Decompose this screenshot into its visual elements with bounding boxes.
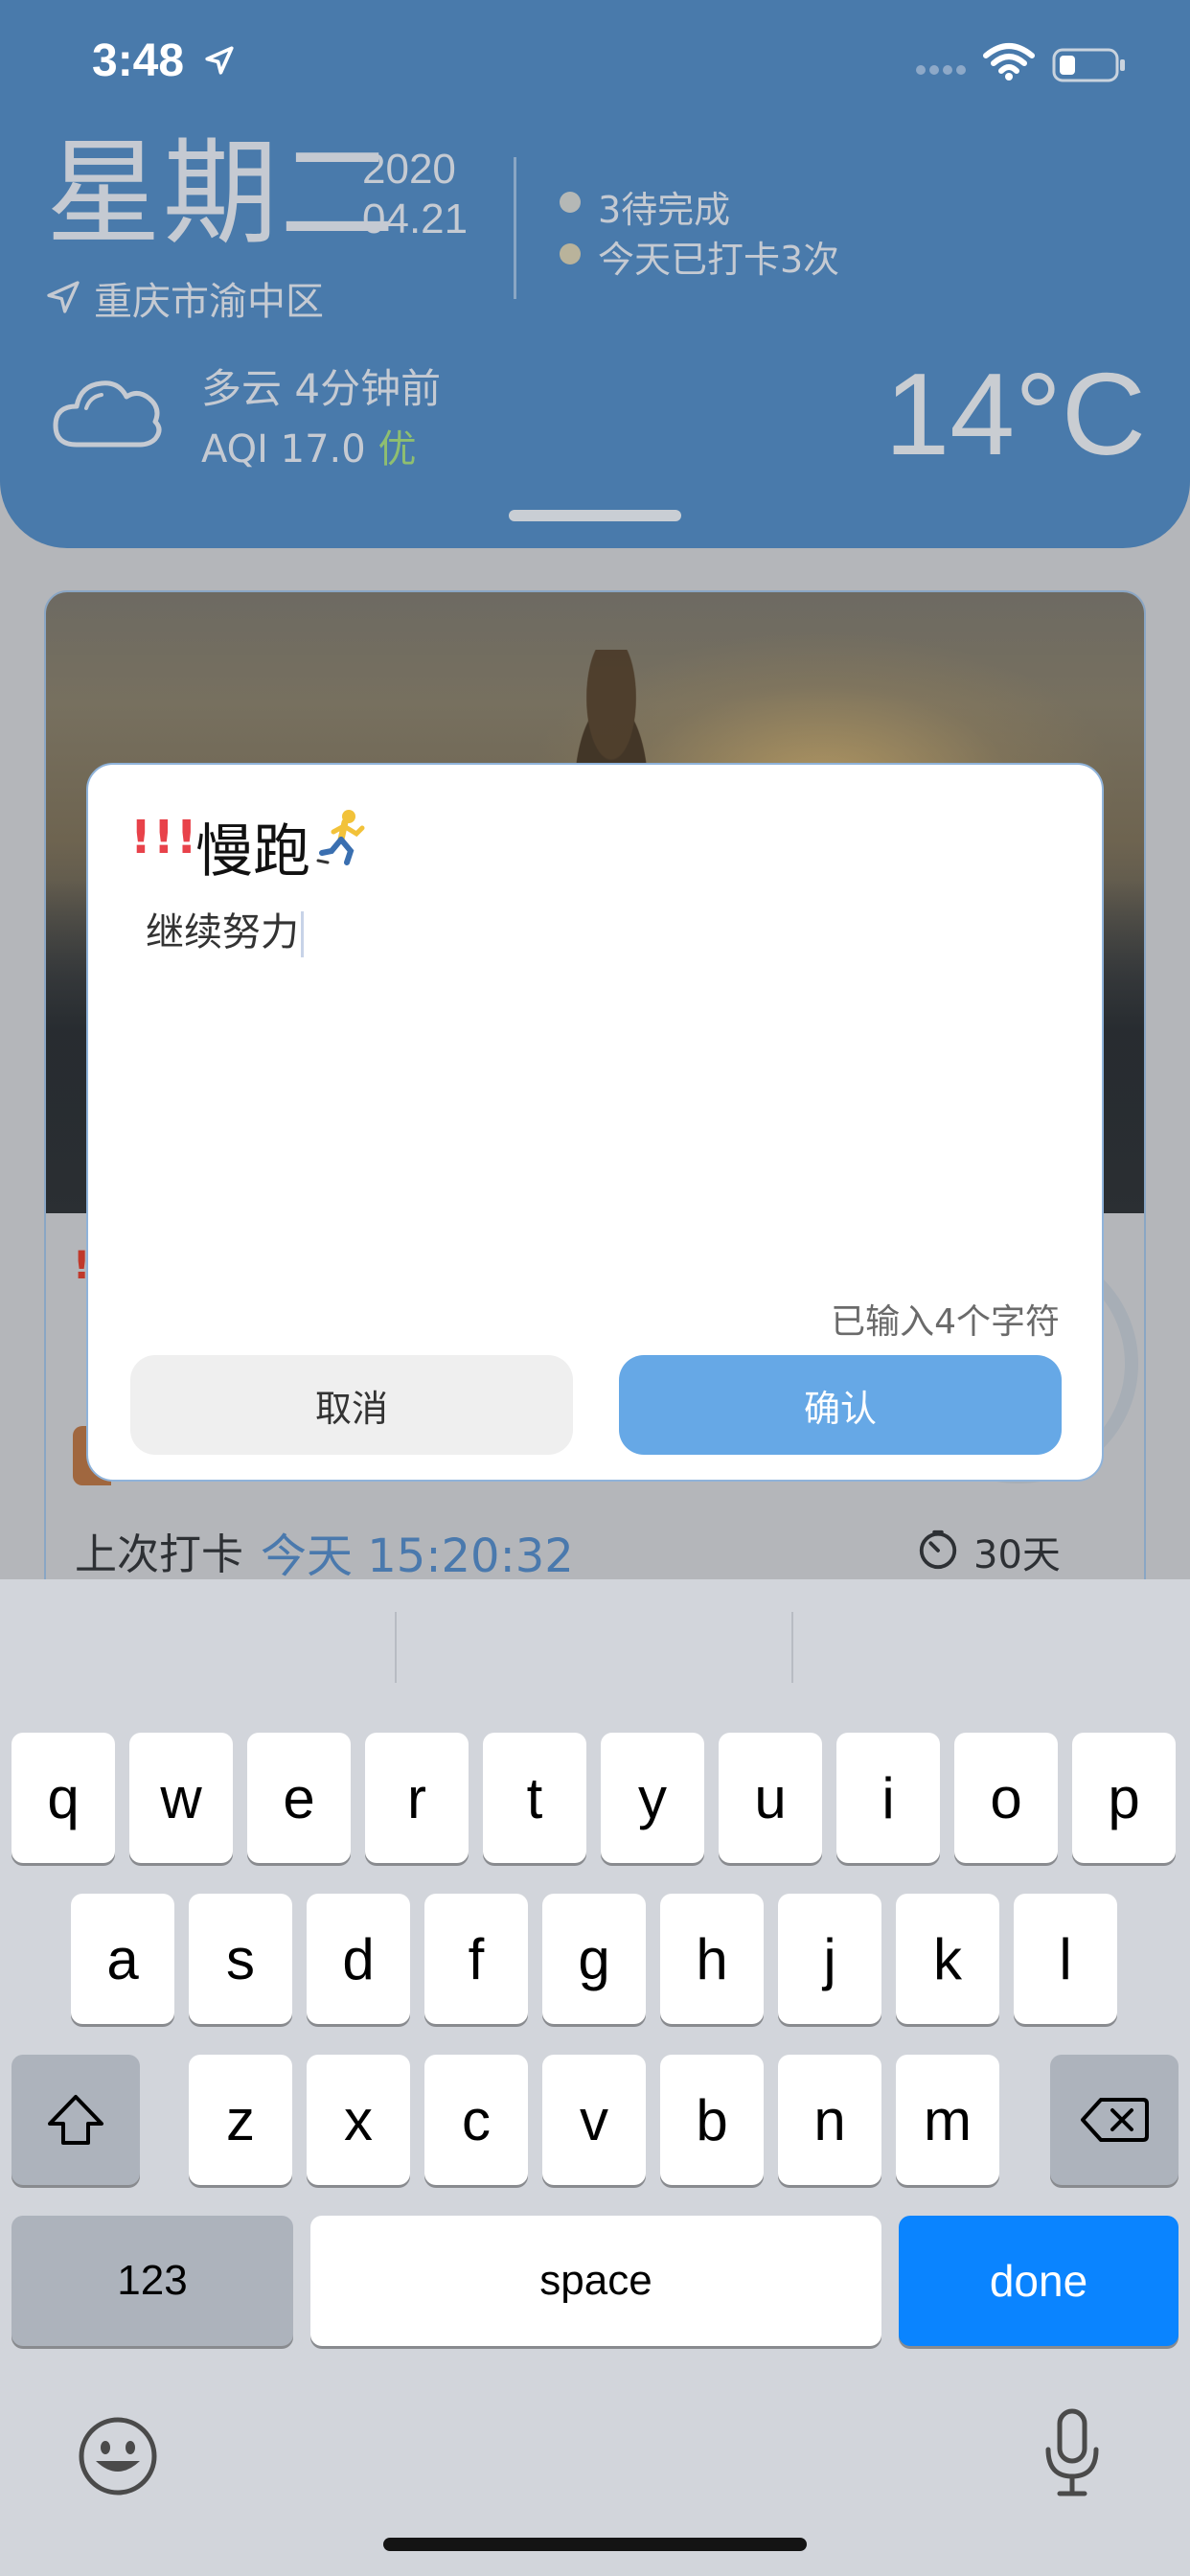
text-caret — [301, 911, 304, 957]
temperature: 14°C — [884, 349, 1146, 479]
checkin-note-dialog: !!! 慢跑 继续努力 已输入4个字符 取消 确认 — [86, 763, 1104, 1482]
aqi-value: AQI 17.0 — [201, 427, 378, 472]
suggestion-separator — [791, 1612, 793, 1683]
key-u[interactable]: u — [719, 1733, 822, 1863]
key-h[interactable]: h — [660, 1894, 764, 2024]
weather-description: 多云 4分钟前 — [201, 365, 442, 412]
aqi-quality: 优 — [378, 427, 417, 472]
location-arrow-icon — [47, 281, 80, 313]
key-a[interactable]: a — [71, 1894, 174, 2024]
priority-mark: !!! — [130, 811, 199, 864]
delete-key[interactable] — [1050, 2055, 1179, 2185]
cellular-signal-icon — [916, 65, 966, 75]
timer-icon — [919, 1530, 957, 1570]
key-w[interactable]: w — [129, 1733, 233, 1863]
emoji-keyboard-icon[interactable] — [77, 2415, 159, 2497]
checked-today: 今天已打卡3次 — [598, 239, 840, 281]
key-y[interactable]: y — [601, 1733, 704, 1863]
date: 04.21 — [362, 196, 469, 242]
numbers-key[interactable]: 123 — [11, 2216, 293, 2346]
battery-icon — [1052, 48, 1125, 82]
year: 2020 — [362, 146, 456, 193]
header-panel: 3:48 星期二 2020 04.21 3待完成 今天已打卡3次 重庆市渝中区 … — [0, 0, 1190, 548]
key-v[interactable]: v — [542, 2055, 646, 2185]
cloudy-weather-icon — [53, 380, 162, 448]
key-q[interactable]: q — [11, 1733, 115, 1863]
home-indicator[interactable] — [383, 2538, 807, 2551]
key-p[interactable]: p — [1072, 1733, 1176, 1863]
key-z[interactable]: z — [189, 2055, 292, 2185]
cancel-button[interactable]: 取消 — [130, 1355, 573, 1455]
key-c[interactable]: c — [424, 2055, 528, 2185]
wifi-icon — [983, 43, 1035, 80]
microphone-icon[interactable] — [1042, 2407, 1102, 2499]
note-input[interactable]: 继续努力 — [146, 901, 304, 957]
location-services-icon — [205, 46, 234, 75]
header-divider — [514, 157, 516, 299]
pending-dot — [560, 192, 581, 213]
key-f[interactable]: f — [424, 1894, 528, 2024]
last-checkin-label: 上次打卡 — [75, 1530, 243, 1579]
key-t[interactable]: t — [483, 1733, 586, 1863]
confirm-button[interactable]: 确认 — [619, 1355, 1062, 1455]
suggestion-separator — [395, 1612, 397, 1683]
key-g[interactable]: g — [542, 1894, 646, 2024]
keyboard: q w e r t y u i o p a s d f g h j k l z … — [0, 1579, 1190, 2576]
last-checkin-value: 今天 15:20:32 — [261, 1530, 574, 1583]
key-l[interactable]: l — [1014, 1894, 1117, 2024]
key-o[interactable]: o — [954, 1733, 1058, 1863]
key-j[interactable]: j — [778, 1894, 881, 2024]
char-count: 已输入4个字符 — [831, 1302, 1060, 1342]
note-input-text: 继续努力 — [146, 910, 299, 954]
backspace-icon — [1081, 2098, 1149, 2142]
key-e[interactable]: e — [247, 1733, 351, 1863]
drawer-grabber[interactable] — [509, 510, 681, 521]
key-d[interactable]: d — [307, 1894, 410, 2024]
pending-count: 3待完成 — [598, 189, 731, 231]
status-time: 3:48 — [92, 35, 185, 86]
habit-duration: 30天 — [973, 1533, 1061, 1577]
shift-key[interactable] — [11, 2055, 140, 2185]
checkin-dot — [560, 243, 581, 264]
key-i[interactable]: i — [836, 1733, 940, 1863]
space-key[interactable]: space — [310, 2216, 881, 2346]
key-b[interactable]: b — [660, 2055, 764, 2185]
done-key[interactable]: done — [899, 2216, 1179, 2346]
weekday: 星期二 — [46, 127, 397, 261]
aqi-reading: AQI 17.0 优 — [201, 418, 416, 473]
key-r[interactable]: r — [365, 1733, 469, 1863]
dialog-title: 慢跑 — [195, 818, 310, 886]
key-x[interactable]: x — [307, 2055, 410, 2185]
key-k[interactable]: k — [896, 1894, 999, 2024]
location-label[interactable]: 重庆市渝中区 — [94, 270, 324, 326]
key-m[interactable]: m — [896, 2055, 999, 2185]
key-s[interactable]: s — [189, 1894, 292, 2024]
runner-emoji-icon — [316, 810, 365, 865]
shift-icon — [48, 2095, 103, 2145]
key-n[interactable]: n — [778, 2055, 881, 2185]
